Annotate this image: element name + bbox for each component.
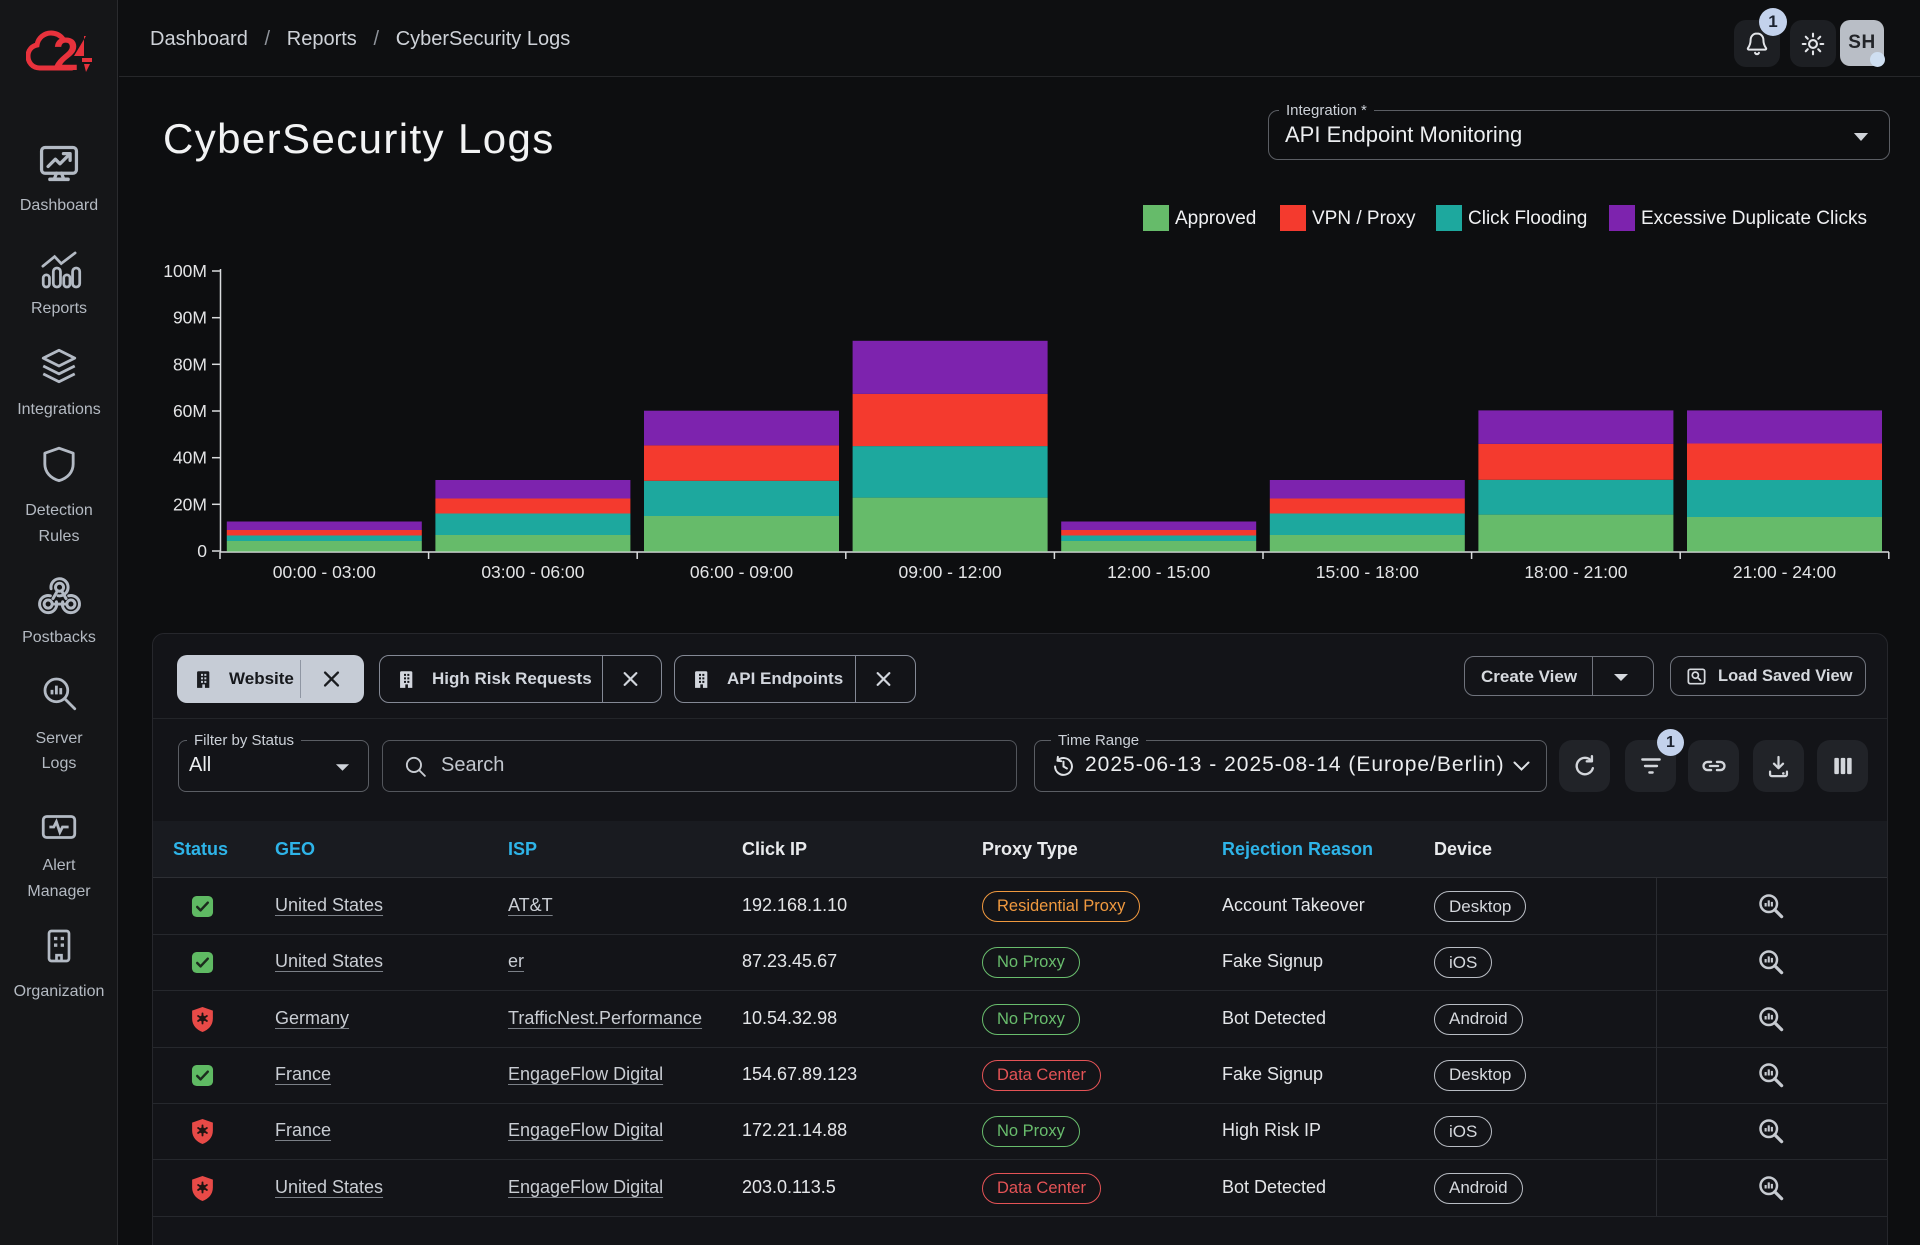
- svg-text:80M: 80M: [173, 354, 207, 374]
- svg-text:15:00 - 18:00: 15:00 - 18:00: [1316, 562, 1419, 582]
- svg-text:18:00 - 21:00: 18:00 - 21:00: [1524, 562, 1627, 582]
- svg-text:20M: 20M: [173, 494, 207, 514]
- svg-text:00:00 - 03:00: 00:00 - 03:00: [273, 562, 376, 582]
- svg-text:60M: 60M: [173, 401, 207, 421]
- svg-text:06:00 - 09:00: 06:00 - 09:00: [690, 562, 793, 582]
- svg-text:100M: 100M: [163, 261, 207, 281]
- svg-text:03:00 - 06:00: 03:00 - 06:00: [481, 562, 584, 582]
- svg-text:40M: 40M: [173, 448, 207, 468]
- svg-text:0: 0: [197, 541, 207, 561]
- svg-text:21:00 - 24:00: 21:00 - 24:00: [1733, 562, 1836, 582]
- svg-text:09:00 - 12:00: 09:00 - 12:00: [899, 562, 1002, 582]
- svg-text:12:00 - 15:00: 12:00 - 15:00: [1107, 562, 1210, 582]
- svg-text:90M: 90M: [173, 308, 207, 328]
- svg-text:2: 2: [53, 28, 79, 76]
